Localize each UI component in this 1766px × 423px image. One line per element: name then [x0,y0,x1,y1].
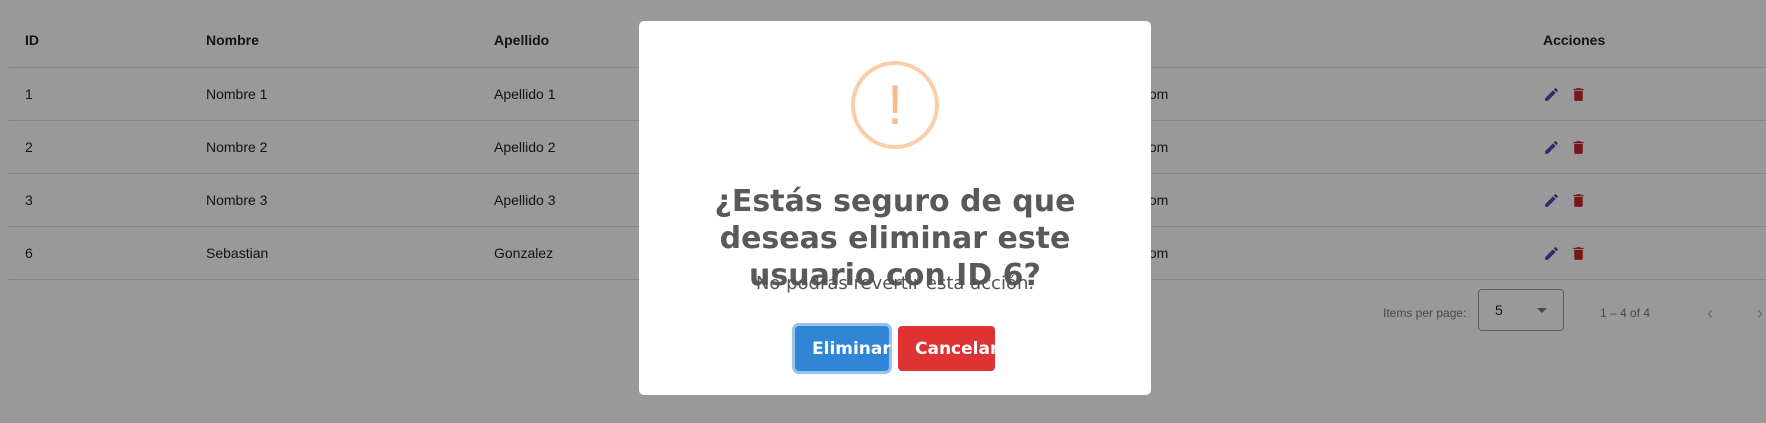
confirm-delete-button[interactable]: Eliminar [795,326,891,371]
users-page: ID Nombre Apellido Acciones 1 Nombre 1 A… [0,0,1766,423]
dialog-actions: Eliminar Cancelar [639,326,1151,371]
dialog-text: No podrás revertir esta acción. [755,273,1035,294]
warning-icon: ! [851,61,939,149]
confirm-delete-dialog: ! ¿Estás seguro de que deseas eliminar e… [639,21,1151,395]
cancel-button[interactable]: Cancelar [898,326,998,371]
